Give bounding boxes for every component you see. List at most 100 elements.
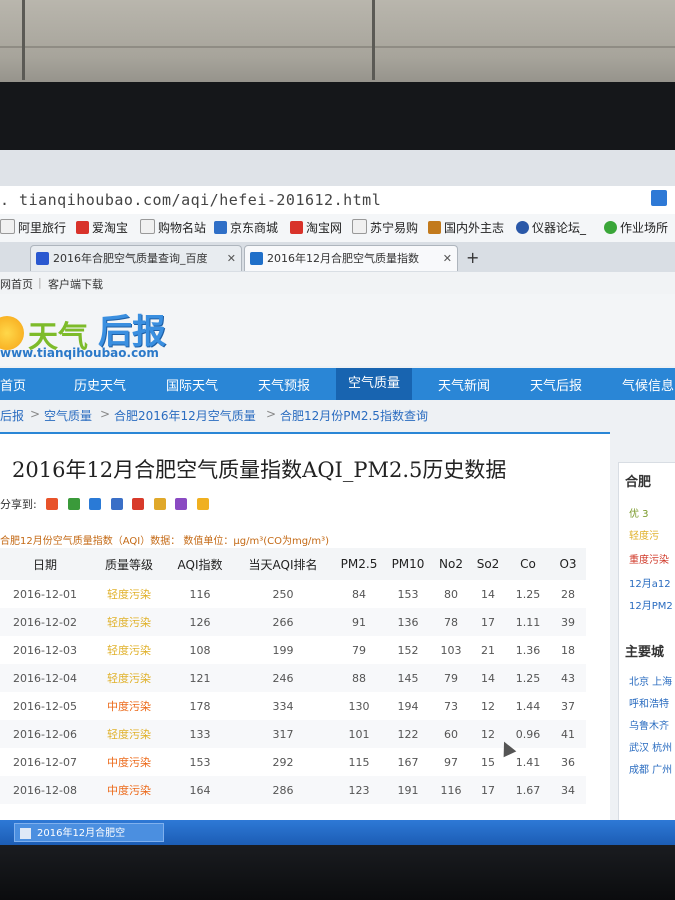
tab-baidu[interactable]: 2016年合肥空气质量查询_百度 ✕ — [30, 245, 242, 271]
renren-icon[interactable] — [110, 498, 123, 510]
breadcrumb-sep: > — [30, 407, 41, 421]
col-header-date: 日期 — [0, 548, 90, 580]
nav-world-weather[interactable]: 国际天气 — [166, 375, 218, 394]
bookmark-item[interactable]: 国内外主志 — [428, 219, 504, 236]
bookmark-item[interactable]: 京东商城 — [214, 219, 278, 236]
cell-date: 2016-12-06 — [0, 720, 90, 748]
sidebar-line[interactable]: 优 3 — [629, 505, 649, 520]
bookmark-item[interactable]: 苏宁易购 — [352, 219, 418, 236]
cell-so2: 21 — [481, 643, 495, 657]
cell-no2: 97 — [444, 755, 458, 769]
city-link[interactable]: 武汉 杭州 — [629, 739, 672, 754]
cell-no2: 80 — [444, 587, 458, 601]
cell-pm10: 153 — [397, 587, 419, 601]
wechat-icon[interactable] — [67, 498, 80, 510]
sidebar-line[interactable]: 12月PM2 — [629, 597, 673, 612]
new-tab-button[interactable]: + — [466, 248, 479, 267]
city-link[interactable]: 呼和浩特 — [629, 695, 669, 710]
aqi-table-body: 2016-12-01 轻度污染 116 250 84 153 80 14 1.25 28 2016-… — [0, 580, 586, 804]
weibo-icon[interactable] — [89, 498, 102, 510]
cell-o3: 39 — [550, 608, 586, 636]
city-link[interactable]: 乌鲁木齐 — [629, 717, 669, 732]
cell-o3: 34 — [550, 776, 586, 804]
nav-air-quality[interactable]: 空气质量 — [336, 368, 413, 400]
breadcrumb-current: 合肥12月份PM2.5指数查询 — [280, 409, 428, 423]
cell-pm10: 167 — [397, 755, 419, 769]
sidebar-cities-heading: 主要城 — [625, 645, 665, 660]
nav-history-weather[interactable]: 历史天气 — [74, 375, 126, 394]
breadcrumb-item[interactable]: 合肥2016年12月空气质量 — [114, 407, 256, 424]
cell-rank: 246 — [232, 664, 334, 692]
bookmark-item[interactable]: 爱淘宝 — [76, 219, 128, 236]
bookmark-item[interactable]: 作业场所 — [604, 219, 668, 236]
sidebar-line[interactable]: 轻度污 — [629, 527, 659, 542]
bookmark-item[interactable]: 阿里旅行 — [0, 219, 66, 236]
sidebar-line[interactable]: 重度污染 — [629, 551, 669, 566]
qq-icon[interactable] — [196, 498, 209, 510]
bookmark-item[interactable]: 仪器论坛_ — [516, 219, 586, 236]
taskbar-window-button[interactable]: 2016年12月合肥空 — [14, 823, 164, 842]
breadcrumb: 后报 > 空气质量 > 合肥2016年12月空气质量 > 合肥12月份PM2.5… — [0, 404, 675, 426]
cell-rank: 199 — [272, 643, 294, 657]
cell-pm10: 145 — [384, 664, 432, 692]
city-link[interactable]: 北京 上海 — [629, 673, 672, 688]
cell-rank: 286 — [232, 776, 334, 804]
bookmark-label: 仪器论坛_ — [532, 221, 587, 235]
divider: | — [38, 276, 42, 289]
sidebar-heading: 合肥 — [625, 475, 652, 490]
city-link[interactable]: 成都 广州 — [629, 761, 672, 776]
cell-co: 1.11 — [506, 608, 550, 636]
cell-no2: 103 — [440, 643, 462, 657]
browser-chrome — [0, 150, 675, 186]
col-header-rank: 当天AQI排名 — [232, 548, 334, 580]
nav-weather-news[interactable]: 天气新闻 — [438, 375, 490, 394]
cell-pm10: 152 — [397, 643, 419, 657]
tab-strip: 2016年合肥空气质量查询_百度 ✕ 2016年12月合肥空气质量指数 ✕ + — [0, 242, 675, 273]
nav-home[interactable]: 首页 — [0, 375, 26, 394]
bookmark-label: 阿里旅行 — [18, 221, 67, 235]
page-title: 2016年12月合肥空气质量指数AQI_PM2.5历史数据 — [12, 458, 507, 482]
ceiling-rod — [372, 0, 375, 80]
cell-co: 1.36 — [515, 643, 541, 657]
more-share-icon[interactable] — [175, 498, 188, 510]
table-row: 2016-12-04 轻度污染 121 246 88 145 79 14 1.25 43 — [0, 664, 586, 692]
cell-co: 1.25 — [506, 664, 550, 692]
bookmark-item[interactable]: 购物名站 — [140, 219, 206, 236]
table-row: 2016-12-03 轻度污染 108 199 79 152 103 21 1.36 18 — [0, 636, 586, 664]
close-icon[interactable]: ✕ — [227, 246, 236, 271]
bookmark-item[interactable]: 淘宝网 — [290, 219, 342, 236]
bookmark-label: 购物名站 — [158, 221, 207, 235]
cell-o3: 41 — [550, 720, 586, 748]
cell-level: 中度污染 — [90, 776, 168, 804]
nav-climate[interactable]: 气候信息 — [622, 375, 674, 394]
tab-aqi[interactable]: 2016年12月合肥空气质量指数 ✕ — [244, 245, 458, 271]
close-icon[interactable]: ✕ — [443, 246, 452, 271]
sidebar-line[interactable]: 12月a12 — [629, 575, 671, 590]
bookmark-label: 作业场所 — [620, 221, 669, 235]
cell-so2: 14 — [470, 664, 506, 692]
taskbar-window-label: 2016年12月合肥空 — [37, 828, 126, 839]
address-bar[interactable]: . tianqihoubao.com/aqi/hefei-201612.html — [0, 186, 675, 215]
nav-forecast[interactable]: 天气预报 — [258, 375, 310, 394]
browser-window-icon — [20, 828, 31, 839]
extension-icon[interactable] — [651, 190, 667, 206]
home-link[interactable]: 网首页 — [0, 276, 33, 292]
globe-icon — [516, 221, 529, 234]
col-header-co: Co — [506, 548, 550, 580]
bookmark-label: 爱淘宝 — [92, 221, 129, 235]
nav-weather-archive[interactable]: 天气后报 — [530, 375, 582, 394]
qzone-icon[interactable] — [46, 498, 59, 510]
breadcrumb-item[interactable]: 后报 — [0, 407, 24, 424]
douban-icon[interactable] — [153, 498, 166, 510]
tencent-weibo-icon[interactable] — [132, 498, 145, 510]
monitor-screen: . tianqihoubao.com/aqi/hefei-201612.html… — [0, 150, 675, 845]
ceiling-rod — [22, 0, 25, 80]
page-icon — [250, 252, 263, 265]
cell-o3: 43 — [550, 664, 586, 692]
cell-aqi: 164 — [168, 776, 232, 804]
page-links: 网首页 | 客户端下载 — [0, 272, 675, 295]
breadcrumb-sep: > — [100, 407, 111, 421]
cell-pm25: 130 — [348, 699, 370, 713]
client-download-link[interactable]: 客户端下载 — [48, 276, 103, 292]
breadcrumb-item[interactable]: 空气质量 — [44, 407, 92, 424]
